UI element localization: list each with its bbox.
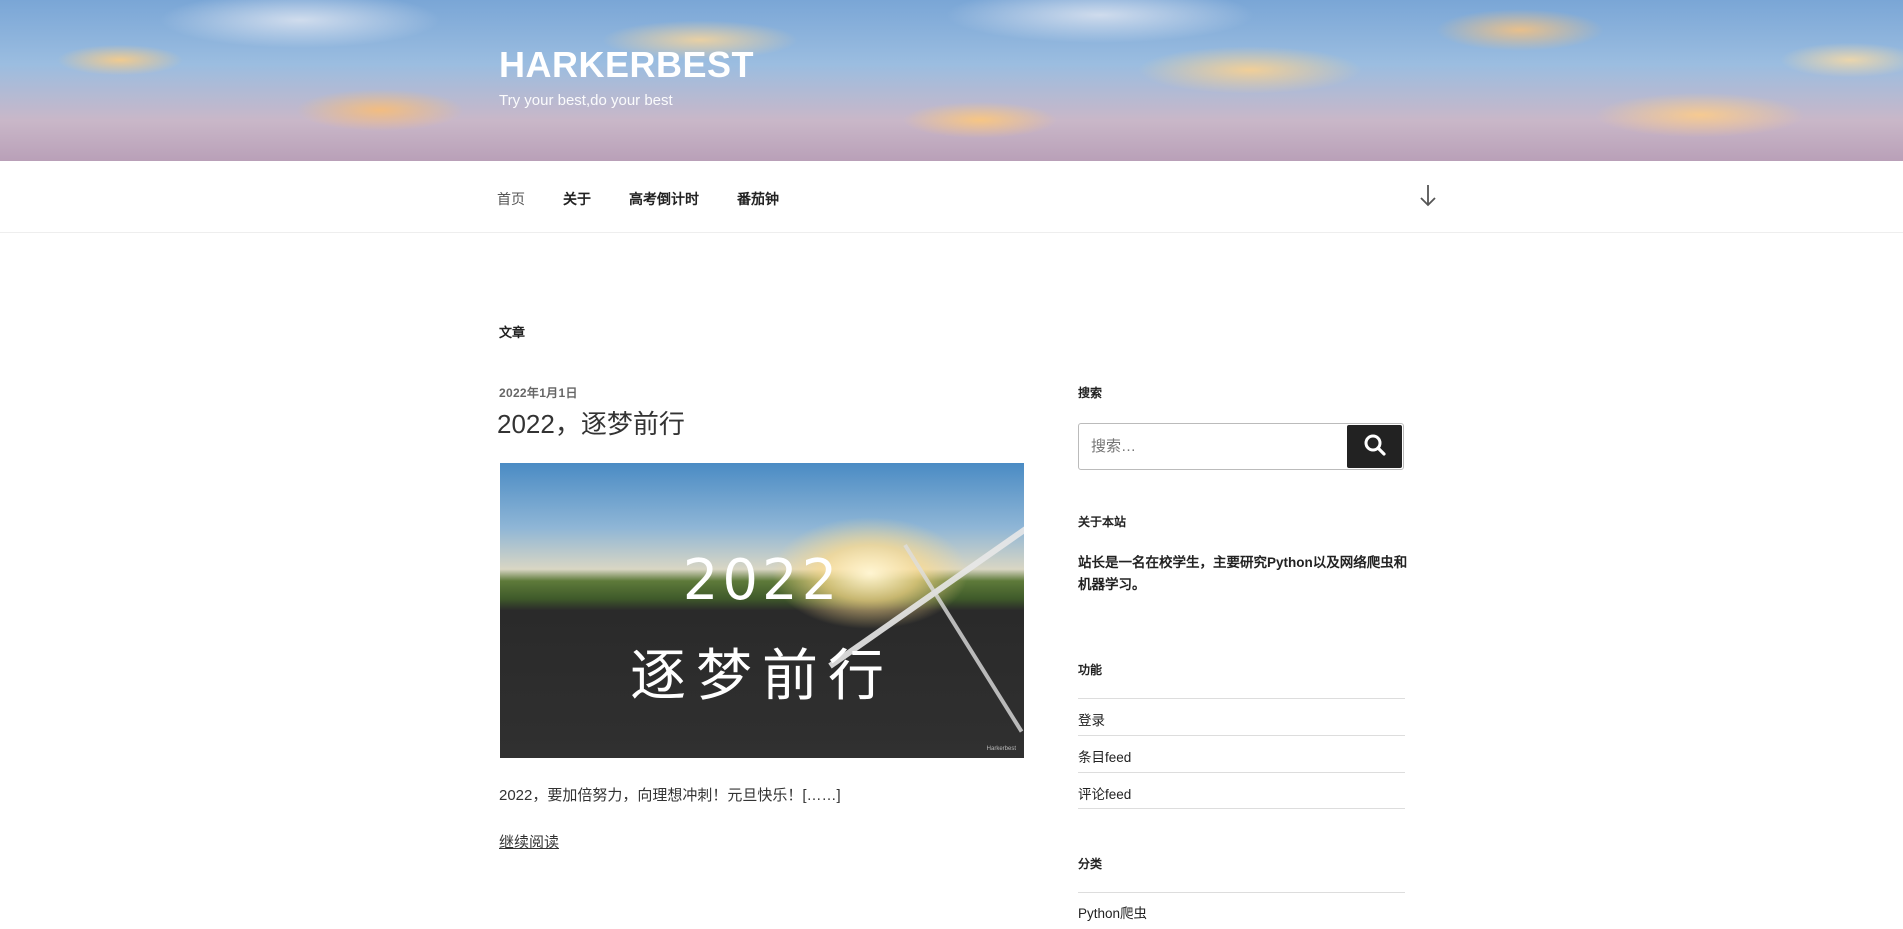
search-button[interactable]: [1347, 425, 1402, 468]
site-header-banner: HARKERBEST Try your best,do your best: [0, 0, 1903, 161]
functions-widget-title: 功能: [1078, 663, 1103, 677]
post-featured-image[interactable]: 2022 逐梦前行 Harkerbest: [500, 463, 1024, 758]
site-title[interactable]: HARKERBEST: [499, 44, 754, 86]
comments-feed-link[interactable]: 评论feed: [1078, 772, 1405, 809]
image-credit: Harkerbest: [986, 746, 1016, 752]
image-text-year: 2022: [682, 548, 842, 613]
search-icon: [1364, 434, 1386, 456]
about-text: 站长是一名在校学生，主要研究Python以及网络爬虫和机器学习。: [1078, 555, 1408, 592]
main-navigation: 首页 关于 高考倒计时 番茄钟: [0, 161, 1903, 233]
about-widget-title: 关于本站: [1078, 515, 1127, 529]
search-form: [1078, 423, 1404, 470]
category-python-crawler[interactable]: Python爬虫: [1078, 892, 1405, 929]
site-description: Try your best,do your best: [499, 92, 673, 109]
nav-item-about[interactable]: 关于: [563, 189, 591, 209]
login-link[interactable]: 登录: [1078, 698, 1405, 735]
arrow-down-icon[interactable]: [1418, 183, 1438, 209]
categories-widget-title: 分类: [1078, 857, 1103, 871]
entries-feed-link[interactable]: 条目feed: [1078, 735, 1405, 772]
post-date[interactable]: 2022年1月1日: [499, 384, 578, 401]
search-widget-title: 搜索: [1078, 386, 1103, 400]
image-text-slogan: 逐梦前行: [630, 644, 894, 709]
functions-list: 登录 条目feed 评论feed: [1078, 698, 1405, 809]
search-input[interactable]: [1091, 438, 1321, 455]
post-title[interactable]: 2022，逐梦前行: [497, 404, 685, 441]
nav-item-pomodoro[interactable]: 番茄钟: [737, 189, 779, 209]
nav-item-exam-countdown[interactable]: 高考倒计时: [629, 189, 699, 209]
read-more-link[interactable]: 继续阅读: [499, 831, 559, 852]
archive-title: 文章: [499, 325, 526, 340]
nav-item-home[interactable]: 首页: [497, 189, 525, 209]
post-excerpt: 2022，要加倍努力，向理想冲刺！元旦快乐！[……]: [499, 787, 841, 804]
nav-menu: 首页 关于 高考倒计时 番茄钟: [497, 189, 817, 209]
categories-list: Python爬虫: [1078, 892, 1405, 929]
